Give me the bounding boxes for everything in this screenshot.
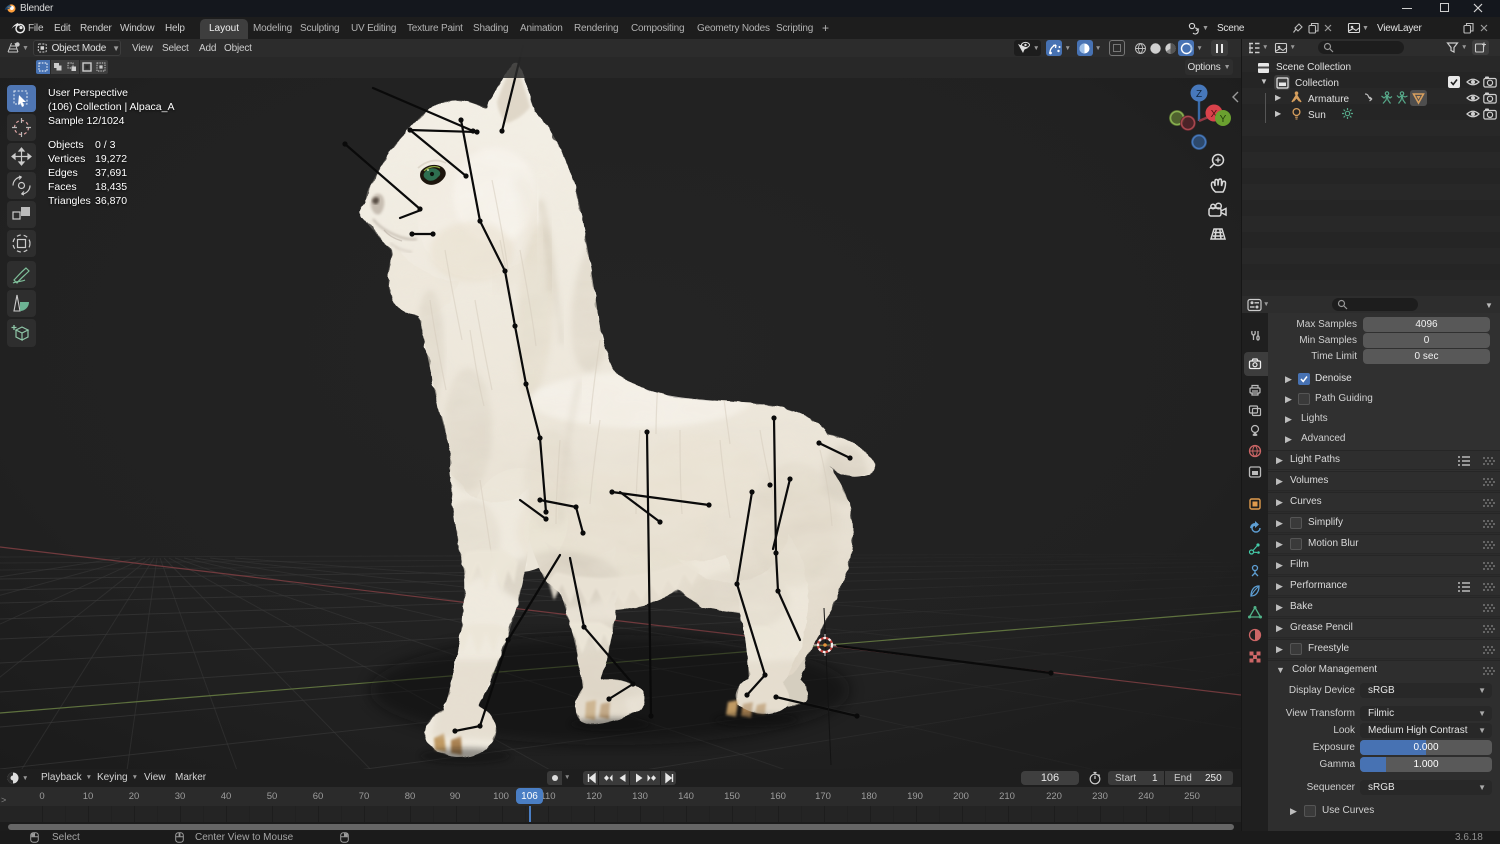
svg-text:Z: Z <box>1196 89 1202 100</box>
svg-text:Y: Y <box>1220 114 1227 125</box>
